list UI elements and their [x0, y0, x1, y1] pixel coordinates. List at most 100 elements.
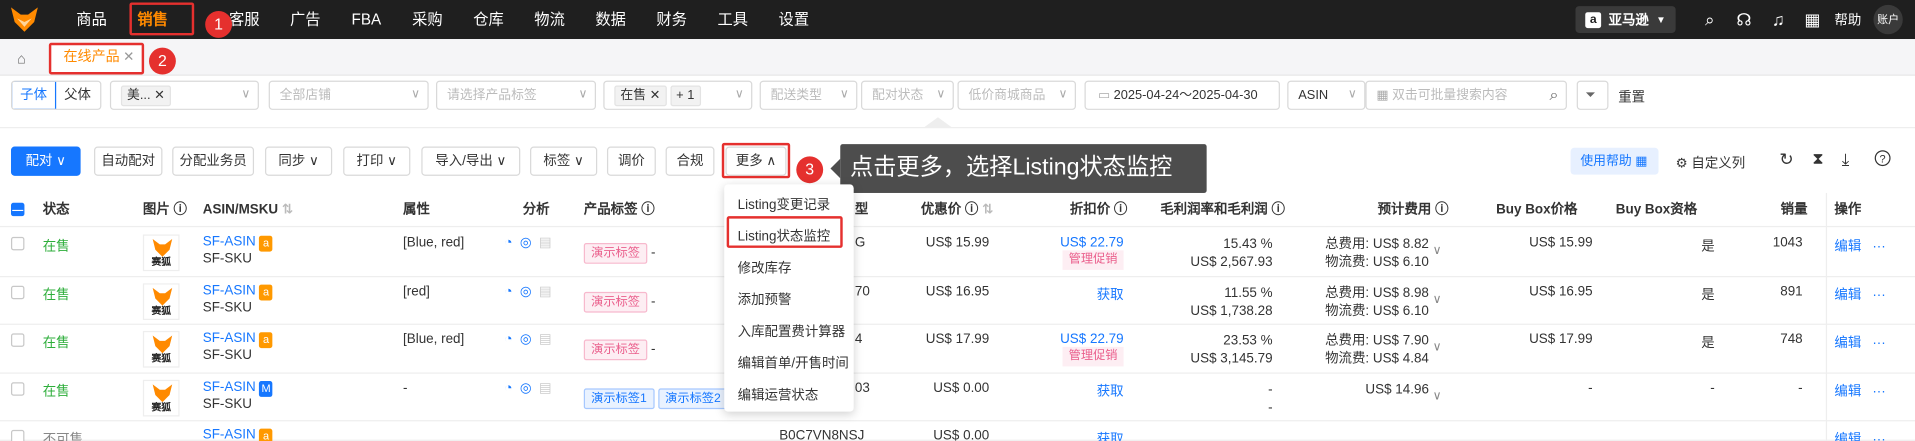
header-asin[interactable]: ASIN/MSKU ⇅	[203, 193, 293, 227]
chevron-down-icon[interactable]: ∨	[1433, 293, 1442, 306]
row-checkbox[interactable]	[10, 429, 25, 441]
fox-logo-icon[interactable]	[10, 6, 39, 33]
nav-item-finance[interactable]: 财务	[641, 0, 702, 39]
fetch-link[interactable]: 获取	[1097, 288, 1124, 303]
headset-icon[interactable]: ☊	[1727, 9, 1761, 30]
search-icon[interactable]: ⌕	[1549, 82, 1558, 109]
low-price-select[interactable]: 低价商城商品 ∨	[957, 80, 1076, 110]
row-checkbox[interactable]	[10, 285, 25, 300]
status-select[interactable]: 在售 ✕ + 1 ∨	[603, 80, 753, 110]
search-field-select[interactable]: ASIN ∨	[1287, 80, 1366, 110]
asin-link[interactable]: SF-ASIN	[203, 234, 256, 249]
apps-grid-icon[interactable]: ▦	[1795, 9, 1829, 30]
marketplace-switch[interactable]: a 亚马逊 ▼	[1575, 6, 1676, 33]
print-button[interactable]: 打印 ∨	[343, 146, 411, 176]
row-checkbox[interactable]	[10, 382, 25, 396]
menu-item-listing-change-log[interactable]: Listing变更记录	[738, 194, 831, 214]
menu-item-modify-stock[interactable]: 修改库存	[738, 258, 792, 278]
sale-price-link[interactable]: US$ 22.79	[1060, 332, 1123, 347]
pair-status-select[interactable]: 配对状态 ∨	[861, 80, 954, 110]
trend-icon[interactable]: ▤	[539, 234, 552, 251]
filter-funnel-button[interactable]: ⏷	[1576, 80, 1609, 110]
bell-icon[interactable]: ♫	[1761, 10, 1795, 30]
nav-item-purchase[interactable]: 采购	[397, 0, 458, 39]
pie-chart-icon[interactable]: ◔	[504, 236, 512, 251]
fetch-link[interactable]: 获取	[1097, 432, 1124, 441]
edit-link[interactable]: 编辑	[1834, 385, 1861, 400]
compliance-button[interactable]: 合规	[665, 146, 715, 176]
pair-button[interactable]: 配对 ∨	[10, 146, 81, 176]
chevron-down-icon[interactable]: ∨	[1433, 244, 1442, 257]
edit-link[interactable]: 编辑	[1834, 288, 1861, 303]
menu-item-inbound-fee-calculator[interactable]: 入库配置费计算器	[738, 321, 845, 341]
header-discount[interactable]: 优惠价 ⓘ ⇅	[921, 193, 993, 227]
product-image[interactable]: 赛狐	[142, 283, 180, 320]
help-link[interactable]: 帮助	[1834, 10, 1861, 30]
more-actions-icon[interactable]: ···	[1872, 385, 1885, 400]
nav-item-ads[interactable]: 广告	[275, 0, 336, 39]
edit-link[interactable]: 编辑	[1834, 239, 1861, 254]
nav-item-data[interactable]: 数据	[580, 0, 641, 39]
radar-icon[interactable]: ◎	[520, 234, 532, 251]
download-icon[interactable]: ⤓	[1842, 149, 1850, 170]
sync-button[interactable]: 同步 ∨	[265, 146, 333, 176]
edit-link[interactable]: 编辑	[1834, 336, 1861, 351]
nav-item-fba[interactable]: FBA	[336, 0, 397, 39]
tag-button[interactable]: 标签 ∨	[530, 146, 598, 176]
pie-chart-icon[interactable]: ◔	[504, 285, 512, 300]
adjust-price-button[interactable]: 调价	[606, 146, 656, 176]
nav-item-settings[interactable]: 设置	[763, 0, 824, 39]
seg-child[interactable]: 子体	[12, 81, 57, 109]
product-image[interactable]: 赛狐	[142, 379, 180, 417]
pie-chart-icon[interactable]: ◔	[504, 332, 512, 347]
seg-parent[interactable]: 父体	[55, 82, 100, 109]
product-image[interactable]: 赛狐	[142, 330, 180, 368]
site-select[interactable]: 美... ✕ ∨	[109, 80, 259, 110]
row-checkbox[interactable]	[10, 236, 25, 251]
manage-promo-link[interactable]: 管理促销	[1062, 346, 1124, 367]
menu-item-add-alert[interactable]: 添加预警	[738, 289, 792, 309]
search-input[interactable]: ▦ 双击可批量搜索内容 ⌕	[1365, 80, 1567, 110]
nav-item-warehouse[interactable]: 仓库	[458, 0, 519, 39]
trend-icon[interactable]: ▤	[539, 283, 552, 300]
assign-sales-button[interactable]: 分配业务员	[172, 146, 255, 176]
pie-chart-icon[interactable]: ◔	[504, 381, 512, 396]
home-icon[interactable]: ⌂	[17, 50, 34, 67]
use-help-button[interactable]: 使用帮助 ▦	[1570, 147, 1659, 175]
shop-select[interactable]: 全部店铺 ∨	[268, 80, 429, 110]
chevron-down-icon[interactable]: ∨	[1433, 390, 1442, 403]
avatar[interactable]: 账户	[1873, 4, 1903, 35]
more-actions-icon[interactable]: ···	[1872, 432, 1885, 441]
auto-pair-button[interactable]: 自动配对	[94, 146, 163, 176]
search-icon[interactable]: ⌕	[1693, 9, 1727, 30]
edit-link[interactable]: 编辑	[1834, 432, 1861, 441]
hourglass-icon[interactable]: ⧗	[1812, 149, 1823, 169]
refresh-icon[interactable]: ↻	[1779, 149, 1793, 170]
asin-link[interactable]: SF-ASIN	[203, 283, 256, 298]
question-icon[interactable]: ?	[1874, 150, 1891, 167]
menu-item-edit-operation-status[interactable]: 编辑运营状态	[738, 385, 819, 405]
trend-icon[interactable]: ▤	[539, 380, 552, 396]
row-checkbox[interactable]	[10, 333, 25, 347]
more-actions-icon[interactable]: ···	[1872, 336, 1885, 351]
more-actions-icon[interactable]: ···	[1872, 288, 1885, 303]
manage-promo-link[interactable]: 管理促销	[1062, 250, 1124, 270]
nav-item-tools[interactable]: 工具	[702, 0, 763, 39]
chevron-down-icon[interactable]: ∨	[1433, 341, 1442, 354]
nav-item-products[interactable]: 商品	[61, 0, 122, 39]
asin-link[interactable]: SF-ASIN	[203, 427, 256, 441]
product-image[interactable]: 赛狐	[142, 234, 180, 272]
radar-icon[interactable]: ◎	[520, 283, 532, 300]
reset-button[interactable]: 重置	[1618, 87, 1645, 107]
fetch-link[interactable]: 获取	[1097, 385, 1124, 400]
asin-link[interactable]: SF-ASIN	[203, 331, 256, 346]
shipping-type-select[interactable]: 配送类型 ∨	[759, 80, 858, 110]
import-export-button[interactable]: 导入/导出 ∨	[421, 146, 521, 176]
collapse-handle[interactable]	[924, 117, 952, 128]
more-actions-icon[interactable]: ···	[1872, 239, 1885, 254]
date-range-picker[interactable]: ▭ 2025-04-24～2025-04-30	[1084, 80, 1280, 110]
radar-icon[interactable]: ◎	[520, 331, 532, 347]
trend-icon[interactable]: ▤	[539, 331, 552, 347]
sale-price-link[interactable]: US$ 22.79	[1060, 236, 1123, 251]
nav-item-logistics[interactable]: 物流	[519, 0, 580, 39]
